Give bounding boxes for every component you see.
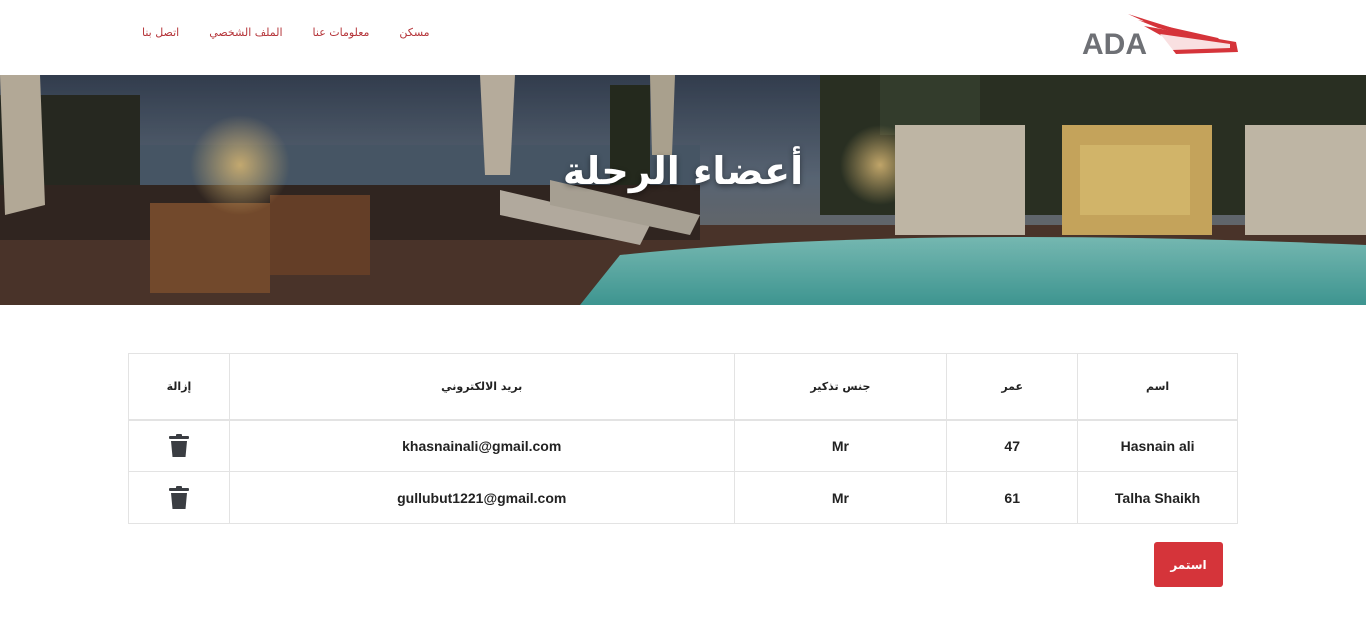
page-title: أعضاء الرحلة	[562, 149, 804, 193]
header-email: بريد الالكتروني	[228, 353, 735, 421]
member-gender: Mr	[733, 419, 948, 472]
site-header: مسكن معلومات عنا الملف الشخصي اتصل بنا A…	[0, 0, 1366, 75]
member-name: Talha Shaikh	[1077, 471, 1238, 524]
member-age: 61	[946, 471, 1079, 524]
member-email: khasnainali@gmail.com	[228, 419, 735, 472]
trash-icon[interactable]	[168, 485, 190, 510]
nav-about-link[interactable]: معلومات عنا	[313, 26, 370, 39]
table-row: Talha Shaikh 61 Mr gullubut1221@gmail.co…	[128, 471, 1238, 524]
remove-cell	[128, 419, 230, 472]
header-name: اسم	[1077, 353, 1238, 421]
nav-contact-link[interactable]: اتصل بنا	[142, 26, 179, 39]
member-name: Hasnain ali	[1077, 419, 1238, 472]
hero-banner: أعضاء الرحلة	[0, 75, 1366, 305]
trip-members-table: اسم عمر جنس تذكير بريد الالكتروني إزالة …	[128, 353, 1238, 524]
nav-home-link[interactable]: مسكن	[399, 26, 429, 39]
header-age: عمر	[946, 353, 1079, 421]
ada-logo[interactable]: ADA	[1080, 12, 1240, 58]
member-gender: Mr	[733, 471, 948, 524]
member-age: 47	[946, 419, 1079, 472]
header-gender: جنس تذكير	[733, 353, 948, 421]
header-remove: إزالة	[128, 353, 230, 421]
member-email: gullubut1221@gmail.com	[228, 471, 735, 524]
table-header-row: اسم عمر جنس تذكير بريد الالكتروني إزالة	[128, 353, 1238, 421]
remove-cell	[128, 471, 230, 524]
continue-button[interactable]: استمر	[1154, 542, 1223, 587]
trash-icon[interactable]	[168, 433, 190, 458]
nav-profile-link[interactable]: الملف الشخصي	[209, 26, 282, 39]
main-nav: مسكن معلومات عنا الملف الشخصي اتصل بنا	[142, 26, 430, 39]
logo-text: ADA	[1082, 28, 1147, 58]
table-row: Hasnain ali 47 Mr khasnainali@gmail.com	[128, 419, 1238, 472]
